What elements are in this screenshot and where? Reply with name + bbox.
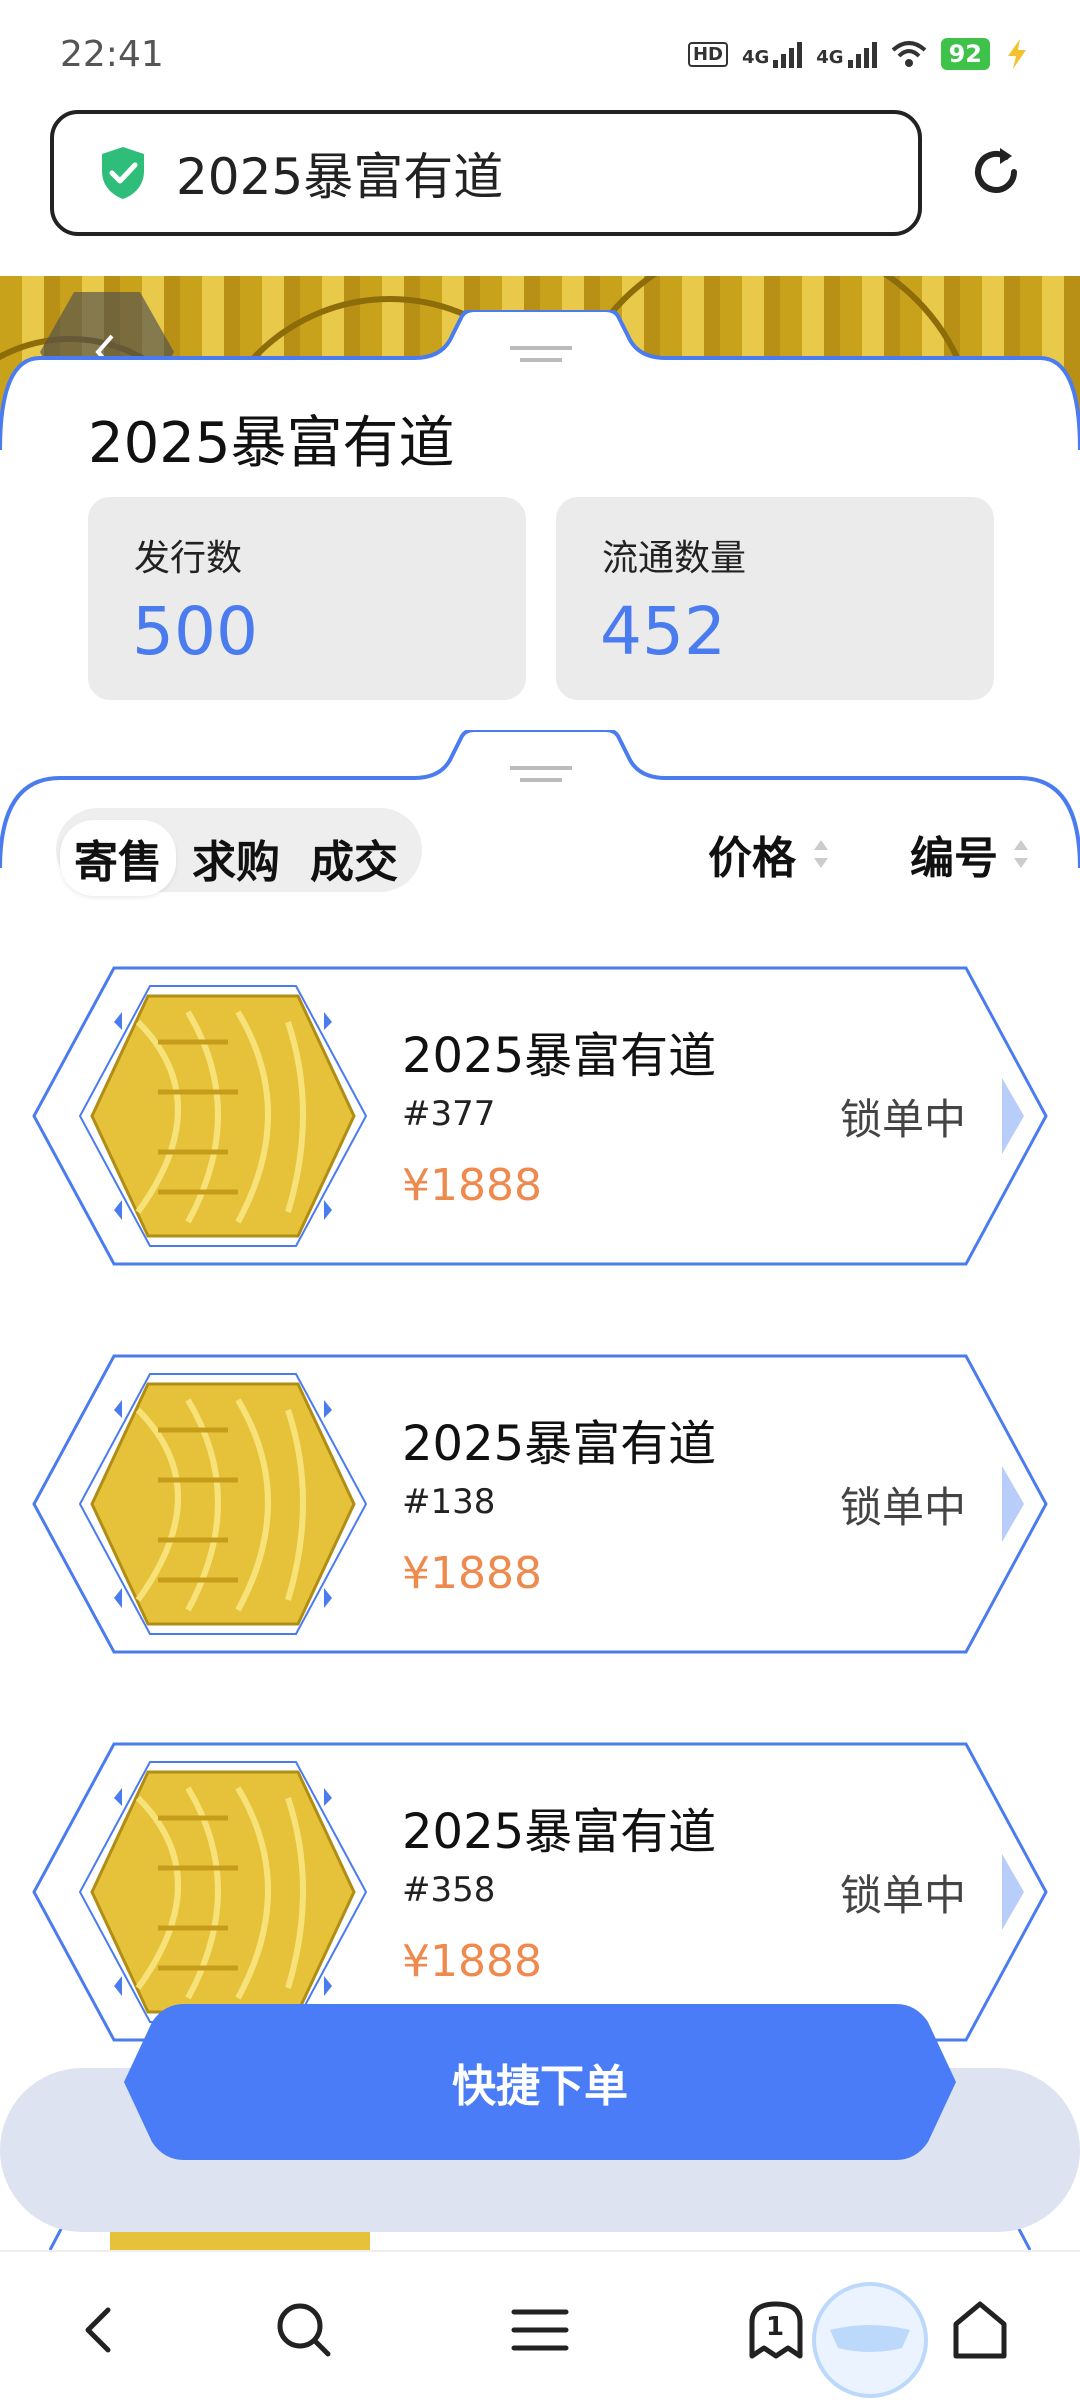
tab-consignment[interactable]: 寄售 (60, 820, 176, 896)
sort-price-icon (814, 840, 828, 868)
signal-icon-2: 4G (816, 40, 877, 68)
listing-number: #358 (402, 1870, 496, 1910)
reload-icon[interactable] (966, 142, 1026, 202)
back-icon[interactable] (68, 2298, 132, 2362)
listing-price: ¥1888 (402, 1548, 542, 1599)
hd-icon: HD (687, 41, 728, 67)
signal-icon-1: 4G (742, 40, 803, 68)
listing-name: 2025暴富有道 (402, 1804, 717, 1860)
stat-circulating-value: 452 (600, 593, 726, 670)
menu-icon[interactable] (508, 2298, 572, 2362)
stat-issued-label: 发行数 (134, 538, 243, 579)
listing-name: 2025暴富有道 (402, 1028, 717, 1084)
collectible-coin-image (78, 1761, 368, 2023)
shield-icon (102, 147, 144, 199)
listing-number: #377 (402, 1094, 496, 1134)
listing-card[interactable]: 2025暴富有道 #377 ¥1888 锁单中 (30, 966, 1050, 1266)
home-icon[interactable] (948, 2298, 1012, 2362)
listing-number: #138 (402, 1482, 496, 1522)
listing-card[interactable]: 2025暴富有道 #358 ¥1888 锁单中 (30, 1742, 1050, 2042)
stat-circulating: 流通数量 452 (556, 497, 994, 700)
chevron-right-icon (1002, 1078, 1024, 1154)
mascot-icon (812, 2282, 928, 2398)
listing-status: 锁单中 (840, 1095, 967, 1144)
address-bar[interactable]: 2025暴富有道 (50, 110, 922, 236)
tab-buy-request[interactable]: 求购 (178, 820, 294, 896)
battery-icon: 92 (940, 38, 990, 70)
sort-number-icon (1014, 840, 1028, 868)
sort-number-button[interactable]: 编号 (910, 822, 998, 886)
listing-price: ¥1888 (402, 1160, 542, 1211)
tab-count: 1 (766, 2312, 785, 2342)
stat-issued: 发行数 500 (88, 497, 526, 700)
listing-price: ¥1888 (402, 1936, 542, 1987)
status-icons: HD 4G 4G 92 (687, 38, 1030, 70)
stat-issued-value: 500 (132, 593, 258, 670)
collectible-coin-image (78, 985, 368, 1247)
listing-status: 锁单中 (840, 1871, 967, 1920)
wifi-icon (891, 41, 926, 67)
quick-order-button[interactable]: 快捷下单 (124, 2004, 956, 2160)
sort-price-button[interactable]: 价格 (708, 822, 796, 886)
status-bar: 22:41 HD 4G 4G 92 (0, 0, 1080, 100)
chevron-right-icon (1002, 1854, 1024, 1930)
stat-circulating-label: 流通数量 (602, 538, 747, 579)
charging-icon (1008, 39, 1026, 69)
status-time: 22:41 (60, 34, 164, 75)
search-icon[interactable] (272, 2298, 336, 2362)
listing-card[interactable]: 2025暴富有道 #138 ¥1888 锁单中 (30, 1354, 1050, 1654)
collectible-coin-image (78, 1373, 368, 1635)
collection-title: 2025暴富有道 (88, 411, 455, 476)
chevron-right-icon (1002, 1466, 1024, 1542)
tabs-button[interactable]: 1 (744, 2298, 808, 2362)
tab-deals[interactable]: 成交 (296, 820, 412, 896)
address-text: 2025暴富有道 (176, 148, 504, 206)
listing-name: 2025暴富有道 (402, 1416, 717, 1472)
listing-status: 锁单中 (840, 1483, 967, 1532)
